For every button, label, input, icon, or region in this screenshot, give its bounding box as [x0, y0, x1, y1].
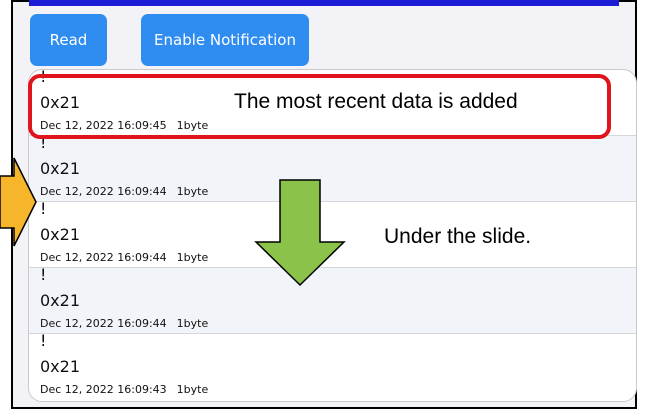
timestamp: Dec 12, 2022 16:09:44 — [40, 251, 167, 264]
data-meta: Dec 12, 2022 16:09:44 1byte — [40, 185, 208, 198]
timestamp: Dec 12, 2022 16:09:44 — [40, 317, 167, 330]
data-meta: Dec 12, 2022 16:09:44 1byte — [40, 317, 208, 330]
timestamp: Dec 12, 2022 16:09:44 — [40, 185, 167, 198]
data-value: 0x21 — [40, 225, 81, 244]
read-button[interactable]: Read — [30, 14, 107, 66]
data-size: 1byte — [176, 317, 209, 330]
exclamation-mark: ! — [40, 199, 47, 218]
data-meta: Dec 12, 2022 16:09:43 1byte — [40, 383, 208, 396]
data-size: 1byte — [176, 383, 209, 396]
data-value: 0x21 — [40, 159, 81, 178]
top-bar — [29, 0, 619, 6]
annotation-recent: The most recent data is added — [234, 90, 518, 113]
arrow-right-icon — [0, 157, 37, 247]
arrow-down-icon — [254, 179, 346, 287]
annotation-slide: Under the slide. — [384, 225, 532, 248]
enable-notification-button[interactable]: Enable Notification — [141, 14, 309, 66]
exclamation-mark: ! — [40, 265, 47, 284]
timestamp: Dec 12, 2022 16:09:43 — [40, 383, 167, 396]
data-size: 1byte — [176, 185, 209, 198]
list-item[interactable]: ! 0x21 Dec 12, 2022 16:09:43 1byte — [29, 331, 636, 400]
data-value: 0x21 — [40, 291, 81, 310]
data-value: 0x21 — [40, 357, 81, 376]
data-size: 1byte — [176, 251, 209, 264]
data-meta: Dec 12, 2022 16:09:44 1byte — [40, 251, 208, 264]
exclamation-mark: ! — [40, 331, 47, 350]
